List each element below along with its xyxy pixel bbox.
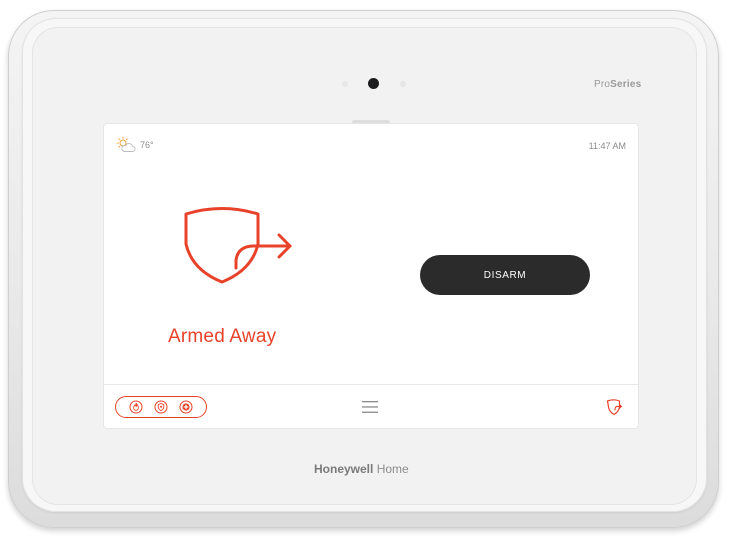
arm-status-label: Armed Away [168, 326, 277, 347]
model-badge-suffix: Series [610, 79, 642, 90]
model-badge-prefix: Pro [594, 79, 611, 90]
shield-arrow-small-icon[interactable] [606, 398, 622, 416]
fire-icon [129, 400, 143, 414]
partly-sunny-icon [116, 136, 136, 152]
camera-lens [368, 78, 379, 89]
medical-emergency-button[interactable] [178, 399, 194, 415]
brand-footer: Honeywell Home [314, 462, 409, 476]
police-emergency-button[interactable] [153, 399, 169, 415]
hamburger-menu-icon[interactable] [362, 400, 378, 414]
fire-emergency-button[interactable] [128, 399, 144, 415]
emergency-panel[interactable] [115, 396, 207, 418]
model-badge: ProSeries [594, 79, 641, 90]
brand-footer-bold: Honeywell [314, 462, 374, 476]
clock-label: 11:47 AM [588, 141, 626, 151]
proximity-sensor [342, 81, 348, 87]
light-sensor [400, 81, 406, 87]
shield-arrow-icon [184, 207, 292, 284]
disarm-button[interactable]: DISARM [420, 255, 590, 295]
medical-icon [179, 400, 193, 414]
weather-widget[interactable]: 76° [116, 136, 154, 154]
temperature-label: 76° [140, 140, 154, 150]
device-photo: ProSeries 76° 11:47 AM Armed Away DISARM… [0, 0, 729, 539]
brand-footer-regular: Home [373, 462, 409, 476]
touch-screen: 76° 11:47 AM Armed Away DISARM [104, 124, 638, 428]
bottom-bar-divider [104, 384, 638, 385]
police-icon [154, 400, 168, 414]
